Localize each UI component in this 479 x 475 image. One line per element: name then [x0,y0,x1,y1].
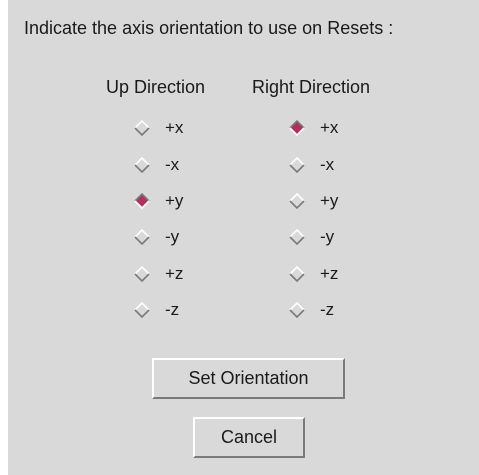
up-radio-item[interactable]: -x [134,146,234,182]
right-radio-label: -z [320,300,335,320]
radio-diamond-icon[interactable] [289,229,305,246]
up-direction-header: Up Direction [106,77,206,97]
up-radio-item[interactable]: -z [134,292,234,328]
up-radio-label: +z [165,263,184,283]
up-radio-label: -z [165,300,180,320]
radio-diamond-icon[interactable] [289,120,305,137]
up-radio-label: -y [165,227,180,247]
radio-diamond-icon[interactable] [134,156,150,173]
up-direction-radio-group: +x -x +y -y +z -z [134,110,234,328]
up-radio-label: +y [165,190,184,210]
right-radio-item[interactable]: +z [289,256,389,292]
up-radio-item[interactable]: +y [134,183,234,219]
radio-diamond-icon[interactable] [289,156,305,173]
up-radio-label: +x [165,118,184,138]
up-radio-item[interactable]: +z [134,256,234,292]
radio-diamond-icon[interactable] [134,120,150,137]
cancel-button[interactable]: Cancel [193,417,305,458]
radio-diamond-icon[interactable] [289,265,305,282]
right-radio-item[interactable]: -y [289,219,389,255]
right-direction-header: Right Direction [252,77,371,97]
right-radio-label: -x [320,154,335,174]
up-radio-item[interactable]: -y [134,219,234,255]
prompt-text: Indicate the axis orientation to use on … [24,18,394,38]
right-radio-item[interactable]: +y [289,183,389,219]
right-radio-item[interactable]: -z [289,292,389,328]
radio-diamond-icon[interactable] [289,192,305,209]
set-orientation-button[interactable]: Set Orientation [152,358,345,399]
radio-diamond-icon[interactable] [134,192,150,209]
up-radio-item[interactable]: +x [134,110,234,146]
radio-diamond-icon[interactable] [134,229,150,246]
radio-diamond-icon[interactable] [289,302,305,319]
up-radio-label: -x [165,154,180,174]
right-radio-item[interactable]: -x [289,146,389,182]
right-direction-radio-group: +x -x +y -y +z -z [289,110,389,328]
right-radio-item[interactable]: +x [289,110,389,146]
right-radio-label: +y [320,190,339,210]
radio-diamond-icon[interactable] [134,265,150,282]
right-radio-label: +z [320,263,339,283]
radio-diamond-icon[interactable] [134,302,150,319]
right-radio-label: -y [320,227,335,247]
right-radio-label: +x [320,118,339,138]
window-edge [0,0,8,475]
